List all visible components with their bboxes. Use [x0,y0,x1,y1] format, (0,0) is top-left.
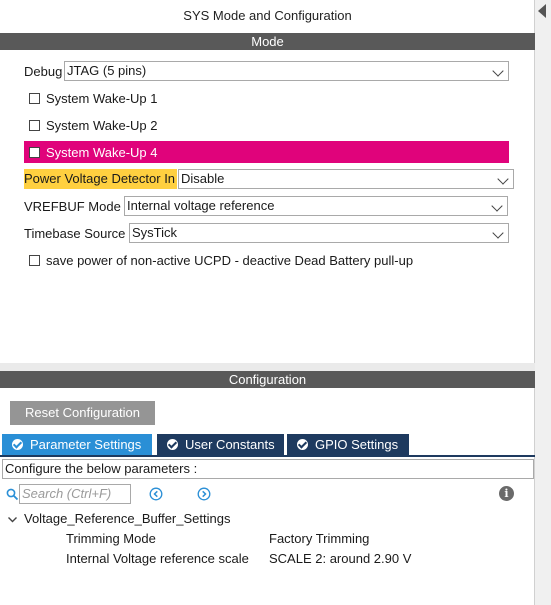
check-circle-icon [297,439,308,450]
reset-configuration-button[interactable]: Reset Configuration [10,401,155,425]
chevron-down-icon [492,65,504,77]
ucpd-checkbox[interactable] [29,255,40,266]
check-circle-icon [167,439,178,450]
check-circle-icon [12,439,23,450]
tab-parameter-settings[interactable]: Parameter Settings [2,434,152,455]
tab-user-constants[interactable]: User Constants [157,434,284,455]
pvd-select[interactable]: Disable [178,169,514,189]
window-title: SYS Mode and Configuration [183,8,352,23]
timebase-label: Timebase Source [24,226,126,241]
wakeup-1-label: System Wake-Up 1 [46,91,158,106]
debug-select[interactable]: JTAG (5 pins) [64,61,509,81]
pvd-label: Power Voltage Detector In [24,169,178,189]
vrefbuf-label: VREFBUF Mode [24,199,121,214]
section-splitter[interactable] [0,363,535,371]
debug-select-value: JTAG (5 pins) [67,63,147,78]
timebase-select[interactable]: SysTick [129,223,509,243]
info-icon[interactable]: i [499,486,514,501]
vrefbuf-select[interactable]: Internal voltage reference [124,196,508,216]
vrefbuf-select-value: Internal voltage reference [127,198,275,213]
wakeup-4-checkbox[interactable] [29,147,40,158]
wakeup-4-label: System Wake-Up 4 [46,145,158,160]
param-value[interactable]: Factory Trimming [269,531,369,546]
chevron-down-icon [492,227,504,239]
param-name: Internal Voltage reference scale [66,551,249,566]
debug-label: Debug [24,64,63,79]
search-input[interactable]: Search (Ctrl+F) [19,484,131,504]
tab-gpio-settings-label: GPIO Settings [315,437,399,452]
search-icon [6,488,19,501]
wakeup-1-checkbox[interactable] [29,93,40,104]
chevron-down-icon [491,200,503,212]
group-label: Voltage_Reference_Buffer_Settings [24,511,231,526]
mode-section-header: Mode [0,33,535,50]
wakeup-4-row[interactable]: System Wake-Up 4 [24,141,509,163]
vertical-scrollbar[interactable] [534,0,551,605]
param-value[interactable]: SCALE 2: around 2.90 V [269,551,411,566]
ucpd-label: save power of non-active UCPD - deactive… [46,253,414,268]
search-next-icon[interactable] [197,487,211,501]
pvd-select-value: Disable [181,171,225,186]
chevron-down-icon[interactable] [7,514,18,525]
tab-parameter-settings-label: Parameter Settings [30,437,142,452]
search-previous-icon[interactable] [149,487,163,501]
tab-underline [0,455,535,457]
configure-instructions: Configure the below parameters : [2,459,534,479]
tab-user-constants-label: User Constants [185,437,275,452]
tab-gpio-settings[interactable]: GPIO Settings [287,434,409,455]
configuration-section-header: Configuration [0,371,535,388]
chevron-down-icon [497,173,509,185]
wakeup-2-checkbox[interactable] [29,120,40,131]
wakeup-2-label: System Wake-Up 2 [46,118,158,133]
timebase-select-value: SysTick [132,225,178,240]
param-name: Trimming Mode [66,531,156,546]
collapse-arrow-icon[interactable] [538,4,546,18]
